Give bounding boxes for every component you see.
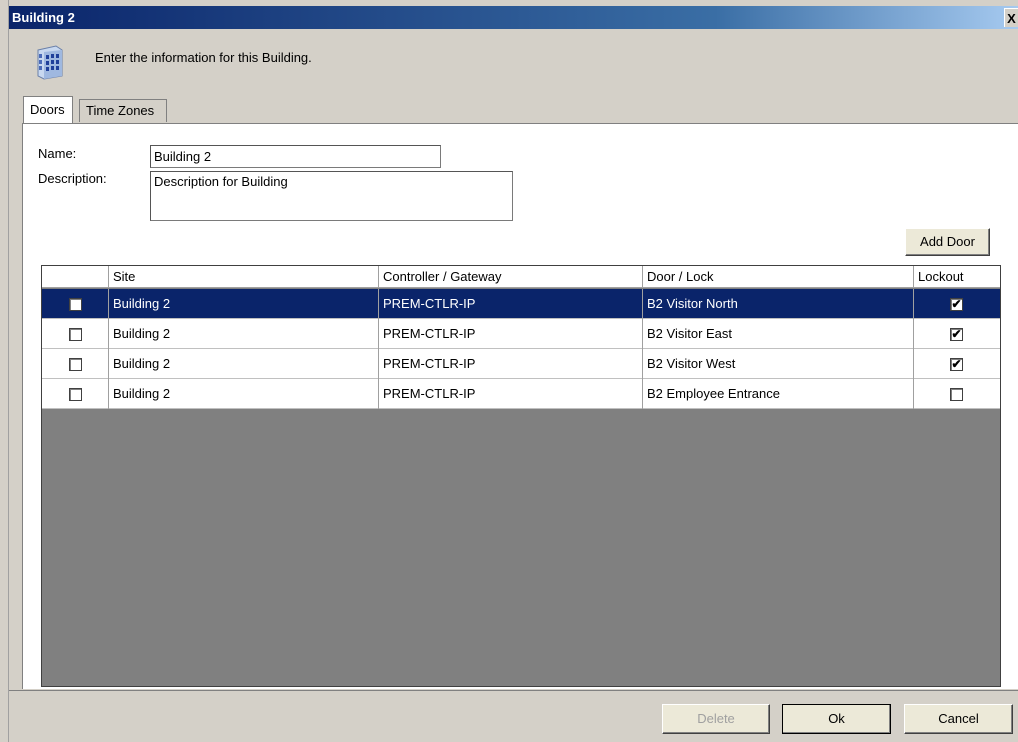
lockout-cell	[914, 379, 1000, 409]
row-select-cell	[42, 319, 109, 349]
title-bar: Building 2 X	[9, 6, 1018, 29]
row-select-cell	[42, 349, 109, 379]
lockout-checkbox[interactable]: ✔	[950, 328, 963, 341]
ok-button[interactable]: Ok	[782, 704, 891, 734]
grid-header: Site Controller / Gateway Door / Lock Lo…	[42, 266, 1000, 288]
header-instructions: Enter the information for this Building.	[95, 50, 312, 65]
door-cell: B2 Visitor East	[643, 319, 914, 349]
lockout-cell: ✔	[914, 319, 1000, 349]
table-row[interactable]: Building 2 PREM-CTLR-IP B2 Visitor North ✔	[42, 289, 1000, 319]
window-title: Building 2	[12, 10, 75, 25]
table-row[interactable]: Building 2 PREM-CTLR-IP B2 Visitor West ✔	[42, 349, 1000, 379]
site-cell: Building 2	[109, 289, 379, 319]
name-label: Name:	[38, 146, 77, 161]
lockout-cell: ✔	[914, 289, 1000, 319]
description-label: Description:	[38, 171, 107, 186]
lockout-checkbox[interactable]: ✔	[950, 358, 963, 371]
row-select-checkbox[interactable]	[69, 328, 82, 341]
controller-cell: PREM-CTLR-IP	[379, 289, 643, 319]
controller-cell: PREM-CTLR-IP	[379, 349, 643, 379]
lockout-checkbox[interactable]	[950, 388, 963, 401]
doors-grid: Site Controller / Gateway Door / Lock Lo…	[41, 265, 1001, 687]
tab-time-zones[interactable]: Time Zones	[79, 99, 167, 122]
site-cell: Building 2	[109, 349, 379, 379]
close-icon[interactable]: X	[1004, 8, 1018, 27]
controller-cell: PREM-CTLR-IP	[379, 319, 643, 349]
site-cell: Building 2	[109, 379, 379, 409]
door-cell: B2 Visitor West	[643, 349, 914, 379]
name-field[interactable]	[150, 145, 441, 168]
column-header-door[interactable]: Door / Lock	[643, 266, 914, 288]
building-dialog: Building 2 X Enter the information for t…	[9, 0, 1018, 742]
table-row[interactable]: Building 2 PREM-CTLR-IP B2 Visitor East ✔	[42, 319, 1000, 349]
doors-panel: Name: Description: Description for Build…	[22, 123, 1018, 689]
building-icon	[37, 45, 63, 80]
site-cell: Building 2	[109, 319, 379, 349]
cancel-button[interactable]: Cancel	[904, 704, 1013, 734]
door-cell: B2 Visitor North	[643, 289, 914, 319]
description-field[interactable]: Description for Building	[150, 171, 513, 221]
tab-doors[interactable]: Doors	[23, 96, 73, 124]
add-door-button[interactable]: Add Door	[905, 228, 990, 256]
column-header-site[interactable]: Site	[109, 266, 379, 288]
row-select-checkbox[interactable]	[69, 298, 82, 311]
row-select-cell	[42, 289, 109, 319]
door-cell: B2 Employee Entrance	[643, 379, 914, 409]
column-header-select[interactable]	[42, 266, 109, 288]
background-window-edge	[0, 0, 9, 742]
column-header-lockout[interactable]: Lockout	[914, 266, 1000, 288]
delete-button[interactable]: Delete	[662, 704, 770, 734]
footer-divider	[9, 690, 1018, 691]
lockout-checkbox[interactable]: ✔	[950, 298, 963, 311]
column-header-controller[interactable]: Controller / Gateway	[379, 266, 643, 288]
row-select-cell	[42, 379, 109, 409]
lockout-cell: ✔	[914, 349, 1000, 379]
controller-cell: PREM-CTLR-IP	[379, 379, 643, 409]
row-select-checkbox[interactable]	[69, 358, 82, 371]
row-select-checkbox[interactable]	[69, 388, 82, 401]
table-row[interactable]: Building 2 PREM-CTLR-IP B2 Employee Entran…	[42, 379, 1000, 409]
